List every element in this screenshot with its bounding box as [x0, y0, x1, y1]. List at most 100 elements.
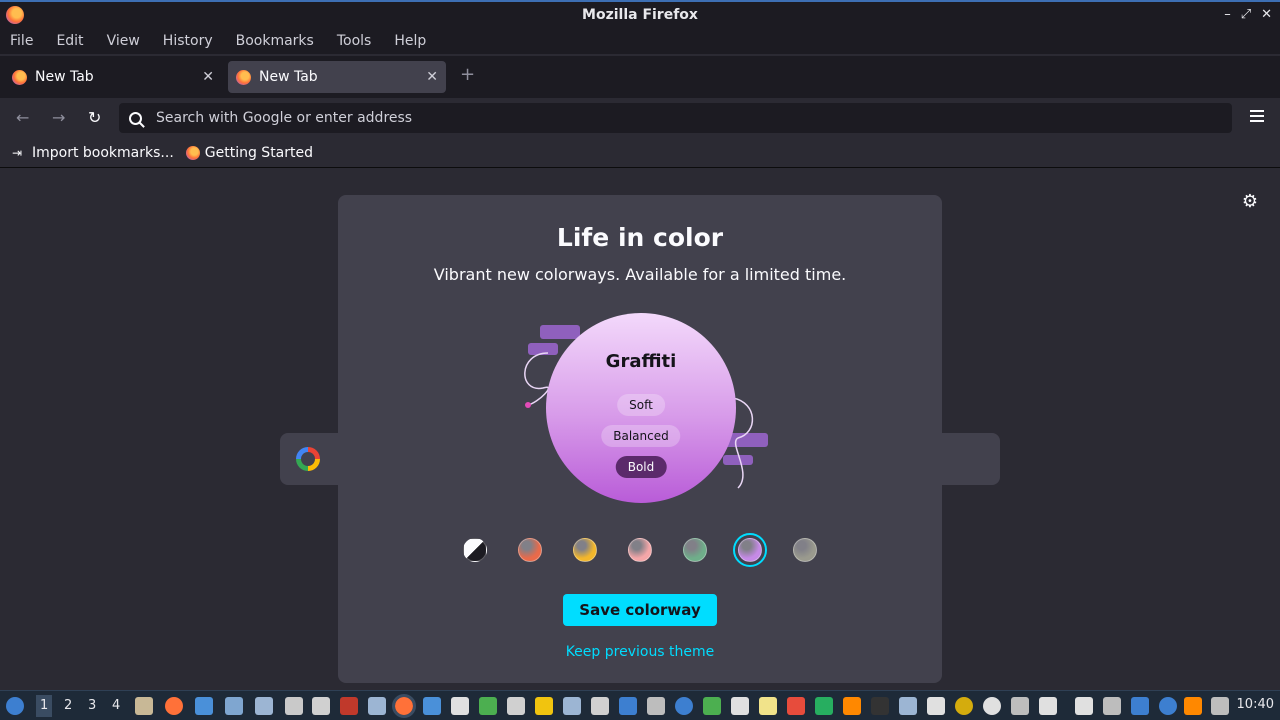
gear-icon[interactable]: ⚙ [1242, 191, 1258, 212]
firefox-icon [12, 69, 27, 85]
firefox-active-icon[interactable] [392, 694, 416, 718]
browser-icon[interactable] [675, 697, 693, 715]
file-manager-icon[interactable] [135, 697, 153, 715]
app-icon[interactable] [899, 697, 917, 715]
url-bar[interactable] [119, 103, 1232, 133]
paint-splash [540, 325, 580, 339]
colorway-preview-circle: Graffiti Soft Balanced Bold [546, 313, 736, 503]
app-icon[interactable] [703, 697, 721, 715]
window-icon[interactable] [255, 697, 273, 715]
firefox-icon [236, 69, 251, 85]
tab-new-tab-2[interactable]: New Tab ✕ [228, 61, 446, 93]
close-window-icon[interactable]: ✕ [1261, 7, 1272, 22]
clock: 10:40 [1236, 697, 1274, 712]
workspace-4[interactable]: 4 [112, 698, 120, 713]
new-tab-page: ⚙ Life in color Vibrant new colorways. A… [0, 169, 1280, 690]
document-icon[interactable] [731, 697, 749, 715]
app-icon[interactable] [451, 697, 469, 715]
menu-bookmarks[interactable]: Bookmarks [236, 30, 314, 54]
window-title: Mozilla Firefox [582, 7, 698, 23]
menu-history[interactable]: History [163, 30, 213, 54]
app-icon[interactable] [312, 697, 330, 715]
app-icon[interactable] [225, 697, 243, 715]
bookmarks-toolbar: ⇥ Import bookmarks... Getting Started [0, 138, 1280, 168]
swatch-gray[interactable] [793, 538, 817, 562]
intensity-bold[interactable]: Bold [615, 456, 667, 478]
menu-view[interactable]: View [107, 30, 140, 54]
back-arrow-icon[interactable]: ← [16, 108, 29, 127]
app-icon[interactable] [535, 697, 553, 715]
menu-file[interactable]: File [10, 30, 33, 54]
swatch-pink[interactable] [628, 538, 652, 562]
colorway-modal: Life in color Vibrant new colorways. Ava… [338, 195, 942, 683]
app-icon[interactable] [759, 697, 777, 715]
workspace-3[interactable]: 3 [88, 698, 96, 713]
app-icon[interactable] [983, 697, 1001, 715]
keep-previous-theme-link[interactable]: Keep previous theme [338, 644, 942, 660]
minimize-icon[interactable]: – [1224, 7, 1231, 22]
search-icon [129, 111, 142, 125]
app-icon[interactable] [927, 697, 945, 715]
terminal-icon[interactable] [871, 697, 889, 715]
swatch-purple[interactable] [733, 533, 767, 567]
window-icon[interactable] [368, 697, 386, 715]
bookmark-label: Import bookmarks... [32, 144, 174, 161]
app-icon[interactable] [479, 697, 497, 715]
swatch-green[interactable] [683, 538, 707, 562]
new-tab-plus-icon[interactable]: + [460, 64, 475, 85]
close-tab-icon[interactable]: ✕ [202, 69, 214, 85]
firefox-icon[interactable] [165, 697, 183, 715]
workspace-2[interactable]: 2 [64, 698, 72, 713]
calculator-icon[interactable] [285, 697, 303, 715]
info-icon[interactable] [1131, 697, 1149, 715]
clipboard-icon[interactable] [1075, 697, 1093, 715]
app-icon[interactable] [955, 697, 973, 715]
vlc-tray-icon[interactable] [1184, 697, 1202, 715]
firefox-icon [185, 145, 200, 160]
bookmark-import[interactable]: ⇥ Import bookmarks... [12, 145, 174, 161]
swatch-yellow[interactable] [573, 538, 597, 562]
system-taskbar: 1 2 3 4 10:40 [0, 690, 1280, 720]
window-controls: – ⤢ ✕ [1224, 7, 1272, 22]
forward-arrow-icon[interactable]: → [52, 108, 65, 127]
close-tab-icon[interactable]: ✕ [426, 69, 438, 85]
folder-icon[interactable] [195, 697, 213, 715]
colorway-swatches [338, 533, 942, 567]
import-icon: ⇥ [12, 145, 23, 160]
network-icon[interactable] [1103, 697, 1121, 715]
app-icon[interactable] [787, 697, 805, 715]
start-menu-icon[interactable] [6, 697, 24, 715]
volume-icon[interactable] [1039, 697, 1057, 715]
spreadsheet-icon[interactable] [815, 697, 833, 715]
workspace-1[interactable]: 1 [36, 695, 53, 717]
tab-new-tab-1[interactable]: New Tab ✕ [4, 61, 222, 93]
colorway-name: Graffiti [605, 351, 677, 372]
window-icon[interactable] [563, 697, 581, 715]
vlc-icon[interactable] [843, 697, 861, 715]
title-bar: Mozilla Firefox – ⤢ ✕ [0, 0, 1280, 30]
save-colorway-button[interactable]: Save colorway [563, 594, 717, 626]
reload-icon[interactable]: ↻ [88, 108, 101, 127]
tab-label: New Tab [35, 69, 94, 85]
menu-edit[interactable]: Edit [56, 30, 83, 54]
address-input[interactable] [156, 110, 1056, 126]
menu-help[interactable]: Help [394, 30, 426, 54]
menu-bar: File Edit View History Bookmarks Tools H… [0, 30, 1280, 54]
app-icon[interactable] [340, 697, 358, 715]
eject-icon[interactable] [1011, 697, 1029, 715]
app-icon[interactable] [507, 697, 525, 715]
swatch-default[interactable] [463, 538, 487, 562]
intensity-soft[interactable]: Soft [617, 394, 665, 416]
app-icon[interactable] [591, 697, 609, 715]
intensity-balanced[interactable]: Balanced [601, 425, 681, 447]
bookmark-getting-started[interactable]: Getting Started [185, 145, 313, 161]
folder-icon[interactable] [423, 697, 441, 715]
update-icon[interactable] [1159, 697, 1177, 715]
app-icon[interactable] [647, 697, 665, 715]
keyboard-icon[interactable] [1211, 697, 1229, 715]
app-icon[interactable] [619, 697, 637, 715]
swatch-orange[interactable] [518, 538, 542, 562]
hamburger-menu-icon[interactable] [1250, 110, 1264, 122]
menu-tools[interactable]: Tools [337, 30, 372, 54]
maximize-icon[interactable]: ⤢ [1241, 7, 1251, 22]
